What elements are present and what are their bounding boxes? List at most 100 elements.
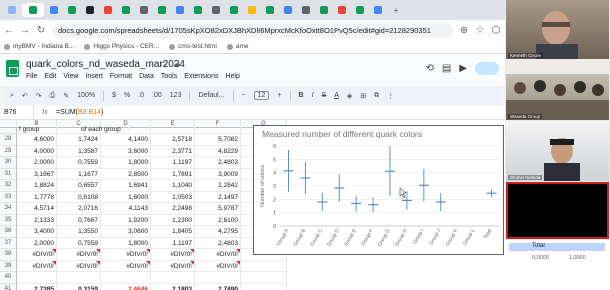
table-cell[interactable]: 0,6108 — [57, 191, 101, 203]
table-cell[interactable] — [241, 260, 287, 272]
table-cell[interactable]: 2,6100 — [195, 214, 241, 226]
menu-edit[interactable]: Edit — [44, 73, 56, 80]
table-cell[interactable] — [241, 283, 287, 290]
table-cell[interactable]: 1,1677 — [57, 168, 101, 180]
browser-tab[interactable] — [370, 3, 386, 17]
table-cell[interactable]: 1,1197 — [151, 237, 195, 249]
table-cell[interactable]: 2,2498 — [151, 203, 195, 215]
scatter-chart[interactable]: Measured number of different quark color… — [253, 125, 504, 255]
participant-tile[interactable]: Kenneth Cecire — [506, 0, 609, 59]
table-cell[interactable] — [17, 272, 57, 284]
browser-tab[interactable] — [190, 3, 206, 17]
row-header[interactable]: 28 — [0, 134, 17, 146]
row-header[interactable]: 35 — [0, 214, 17, 226]
browser-tab[interactable] — [172, 3, 188, 17]
currency-format-button[interactable]: $ — [112, 92, 116, 99]
table-cell[interactable]: 2,7385 — [17, 283, 57, 290]
italic-icon[interactable]: I — [312, 92, 314, 99]
table-cell[interactable]: 3,9009 — [195, 168, 241, 180]
browser-tab[interactable] — [118, 3, 134, 17]
table-cell[interactable]: 1,8000 — [101, 237, 151, 249]
table-cell[interactable]: 3,1667 — [17, 168, 57, 180]
row-header[interactable]: 31 — [0, 168, 17, 180]
table-cell[interactable]: 4,8229 — [195, 145, 241, 157]
comment-icon[interactable]: ▤ — [442, 63, 451, 74]
row-header[interactable]: 34 — [0, 203, 17, 215]
header-cell[interactable]: f group — [17, 126, 57, 134]
meet-icon[interactable]: ▶ — [459, 63, 467, 74]
paint-format-icon[interactable]: ✎ — [63, 92, 69, 100]
table-cell[interactable]: 0,6557 — [57, 180, 101, 192]
table-cell[interactable]: 1,7778 — [17, 191, 57, 203]
print-icon[interactable]: ⎙ — [50, 92, 56, 100]
star-icon[interactable]: ☆ — [148, 59, 155, 68]
sheets-logo-icon[interactable] — [6, 60, 19, 77]
zoom-icon[interactable]: ⊕ — [459, 25, 469, 36]
table-cell[interactable]: 2,1333 — [17, 214, 57, 226]
history-icon[interactable]: ⟲ — [425, 63, 433, 74]
font-size-decrease-icon[interactable]: − — [242, 92, 246, 99]
number-format-button[interactable]: 123 — [170, 92, 182, 99]
table-cell[interactable]: 2,2842 — [195, 180, 241, 192]
table-cell[interactable]: #DIV/0! — [195, 249, 241, 261]
move-folder-icon[interactable]: ▭ — [160, 59, 168, 68]
bookmark-star-icon[interactable]: ☆ — [475, 25, 485, 36]
search-menus-icon[interactable]: ⌕ — [10, 92, 14, 100]
share-button[interactable] — [475, 62, 499, 75]
table-cell[interactable]: 2,8500 — [101, 168, 151, 180]
menu-data[interactable]: Data — [139, 73, 154, 80]
participant-tile-self[interactable] — [506, 182, 609, 239]
table-cell[interactable]: 4,2795 — [195, 226, 241, 238]
table-cell[interactable]: 3,0600 — [101, 226, 151, 238]
font-select[interactable]: Defaul... — [198, 92, 224, 99]
row-header[interactable]: 38 — [0, 249, 17, 261]
undo-icon[interactable]: ↶ — [22, 92, 28, 100]
browser-tab-active[interactable] — [22, 3, 44, 17]
table-cell[interactable]: #DIV/0! — [17, 260, 57, 272]
table-cell[interactable]: 1,8000 — [101, 157, 151, 169]
table-cell[interactable] — [57, 272, 101, 284]
row-header[interactable]: 32 — [0, 180, 17, 192]
table-cell[interactable]: 2,4646 — [101, 283, 151, 290]
cloud-status-icon[interactable]: ☁ — [173, 59, 181, 68]
table-cell[interactable]: 0,7559 — [57, 237, 101, 249]
reload-icon[interactable]: ↻ — [36, 25, 46, 36]
table-cell[interactable]: 0,7559 — [57, 157, 101, 169]
browser-tab[interactable] — [4, 3, 20, 17]
bookmark-item[interactable]: myBMV - Indiana B... — [4, 43, 74, 50]
table-cell[interactable]: 1,0503 — [151, 191, 195, 203]
table-cell[interactable]: 1,8405 — [151, 226, 195, 238]
bold-icon[interactable]: B — [299, 92, 304, 99]
table-cell[interactable]: 1,1040 — [151, 180, 195, 192]
back-icon[interactable]: ← — [4, 25, 14, 36]
browser-tab[interactable] — [280, 3, 296, 17]
table-cell[interactable]: 2,7490 — [195, 283, 241, 290]
table-cell[interactable]: 3,6000 — [101, 145, 151, 157]
browser-tab[interactable] — [352, 3, 368, 17]
table-cell[interactable]: 5,9787 — [195, 203, 241, 215]
table-cell[interactable]: 4,1143 — [101, 203, 151, 215]
table-cell[interactable]: 1,1197 — [151, 157, 195, 169]
table-cell[interactable]: 4,5714 — [17, 203, 57, 215]
table-cell[interactable]: 1,7424 — [57, 134, 101, 146]
browser-tab[interactable] — [262, 3, 278, 17]
browser-tab[interactable] — [136, 3, 152, 17]
table-cell[interactable]: 2,0000 — [17, 157, 57, 169]
table-cell[interactable]: 1,6000 — [101, 191, 151, 203]
forward-icon[interactable]: → — [20, 25, 30, 36]
table-cell[interactable]: #DIV/0! — [57, 260, 101, 272]
browser-tab[interactable] — [334, 3, 350, 17]
table-cell[interactable] — [241, 272, 287, 284]
table-cell[interactable]: 2,5718 — [151, 134, 195, 146]
table-cell[interactable]: 3,4000 — [17, 226, 57, 238]
bookmark-item[interactable]: Higgs Physics - CER... — [84, 43, 159, 50]
browser-tab[interactable] — [316, 3, 332, 17]
menu-help[interactable]: Help — [225, 73, 239, 80]
table-cell[interactable]: #DIV/0! — [101, 260, 151, 272]
table-cell[interactable]: 1,3587 — [57, 145, 101, 157]
percent-format-button[interactable]: % — [124, 92, 130, 99]
table-cell[interactable] — [101, 272, 151, 284]
more-tools-icon[interactable]: ⋮ — [387, 92, 394, 100]
header-cell[interactable]: of each group — [79, 126, 129, 134]
table-cell[interactable]: 4,0000 — [17, 145, 57, 157]
